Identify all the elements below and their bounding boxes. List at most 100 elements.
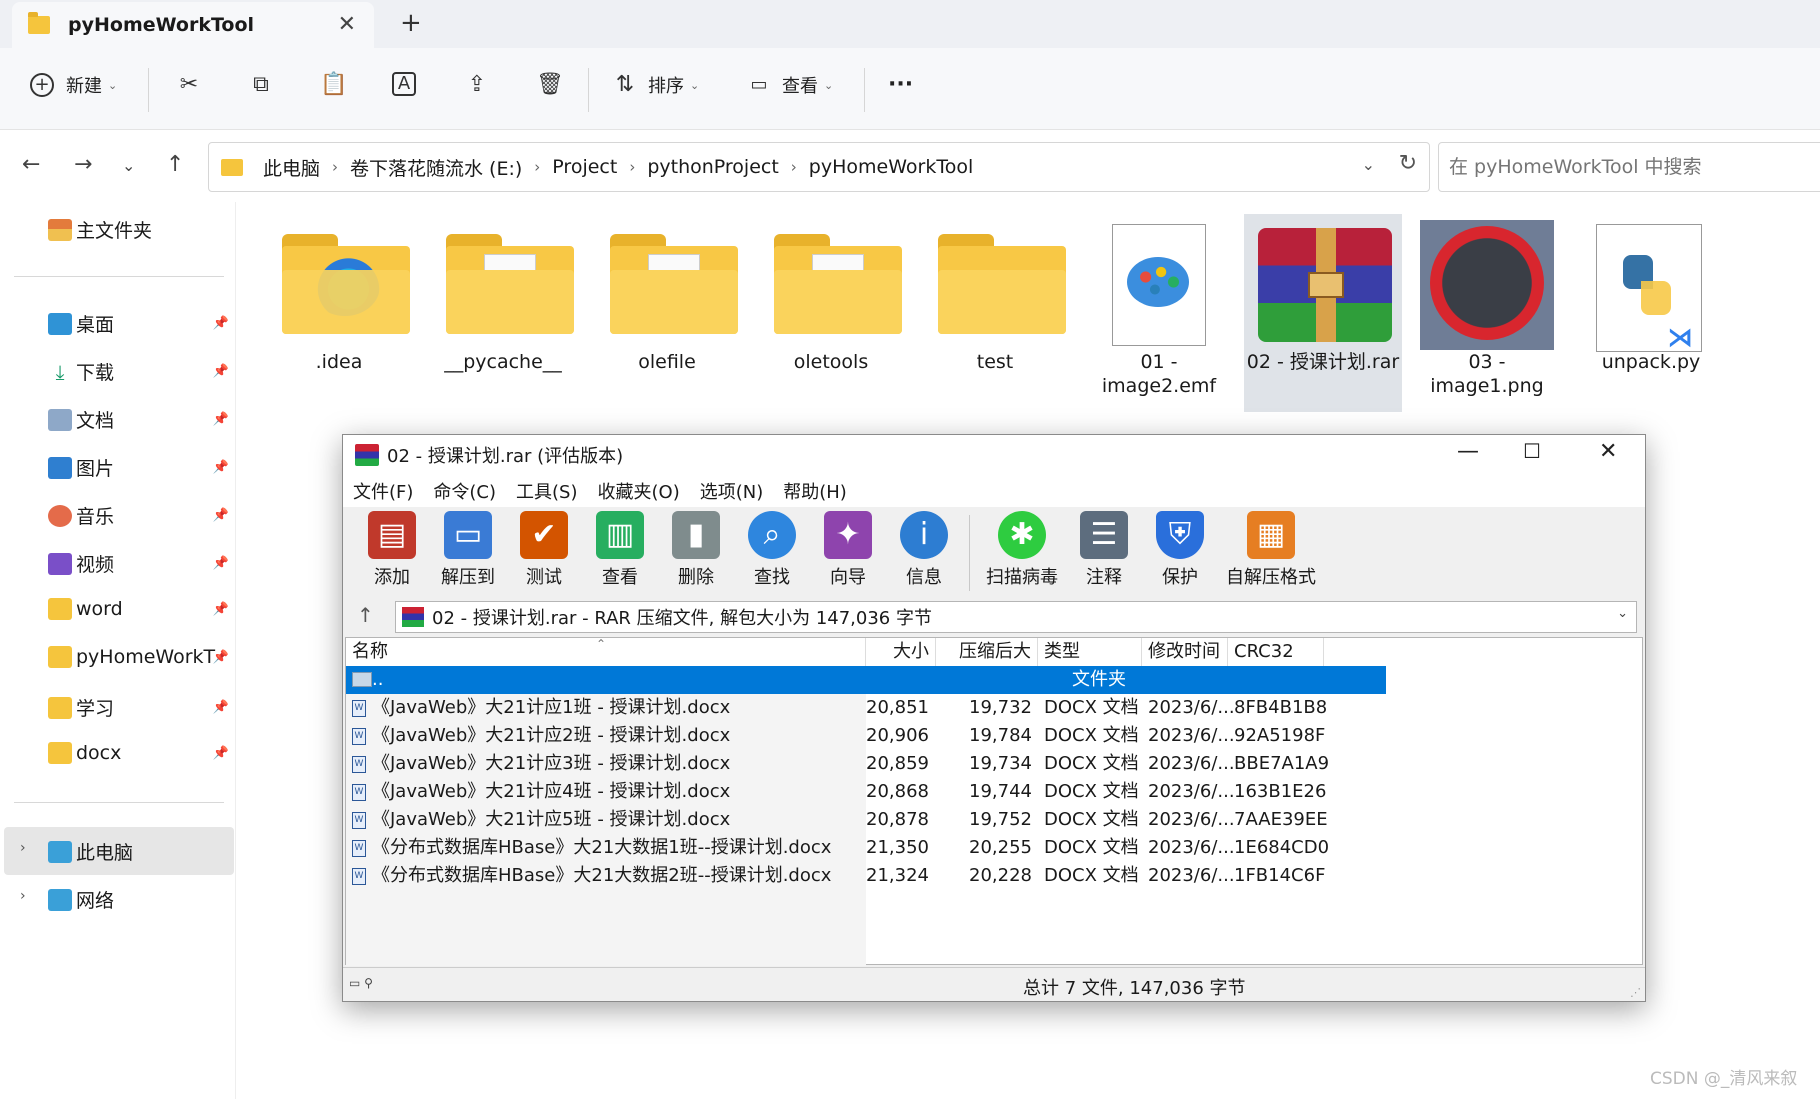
sidebar-item-word[interactable]: word 📌 bbox=[48, 598, 233, 620]
pin-icon[interactable]: 📌 bbox=[213, 556, 229, 571]
table-row[interactable]: W 《分布式数据库HBase》大21大数据2班--授课计划.docx 21,32… bbox=[346, 862, 1644, 890]
file-item-test[interactable]: test bbox=[920, 214, 1070, 410]
breadcrumb-drive[interactable]: 卷下落花随流水 (E:) bbox=[350, 154, 522, 181]
tool-sfx-button[interactable]: ▦ 自解压格式 bbox=[1219, 511, 1323, 589]
tab-pyhomeworktool[interactable]: pyHomeWorkTool ✕ bbox=[12, 2, 374, 48]
chevron-down-icon[interactable]: ⌄ bbox=[1617, 606, 1628, 621]
table-row[interactable]: W 《JavaWeb》大21计应1班 - 授课计划.docx 20,851 19… bbox=[346, 694, 1644, 722]
more-options-button[interactable]: ··· bbox=[888, 72, 913, 97]
sidebar-item-this-pc[interactable]: 此电脑 bbox=[48, 838, 233, 865]
copy-button[interactable]: ⧉ bbox=[248, 72, 274, 98]
pin-icon[interactable]: 📌 bbox=[213, 650, 229, 665]
chevron-right-icon[interactable]: › bbox=[534, 158, 540, 176]
breadcrumb-pythonproject[interactable]: pythonProject bbox=[647, 156, 778, 178]
expand-chevron-icon[interactable]: › bbox=[20, 840, 26, 856]
forward-arrow-icon[interactable]: → bbox=[74, 152, 92, 177]
search-input[interactable] bbox=[1438, 142, 1820, 192]
sidebar-item-music[interactable]: 音乐 📌 bbox=[48, 502, 233, 529]
file-item-image2-emf[interactable]: 01 - image2.emf bbox=[1084, 214, 1234, 410]
refresh-icon[interactable]: ↻ bbox=[1399, 151, 1417, 176]
menu-file[interactable]: 文件(F) bbox=[353, 478, 413, 504]
expand-chevron-icon[interactable]: › bbox=[20, 888, 26, 904]
up-one-level-icon[interactable]: ↑ bbox=[357, 603, 374, 627]
table-row[interactable]: W 《JavaWeb》大21计应3班 - 授课计划.docx 20,859 19… bbox=[346, 750, 1644, 778]
table-row[interactable]: W 《分布式数据库HBase》大21大数据1班--授课计划.docx 21,35… bbox=[346, 834, 1644, 862]
close-tab-icon[interactable]: ✕ bbox=[338, 12, 356, 37]
sidebar-item-downloads[interactable]: ⤓ 下载 📌 bbox=[48, 358, 233, 385]
cut-button[interactable]: ✂ bbox=[176, 72, 202, 98]
tool-extract-button[interactable]: ▭ 解压到 bbox=[431, 511, 505, 589]
tool-add-button[interactable]: ▤ 添加 bbox=[355, 511, 429, 589]
pin-icon[interactable]: 📌 bbox=[213, 700, 229, 715]
up-arrow-icon[interactable]: ↑ bbox=[166, 152, 184, 177]
column-header-size[interactable]: 大小 bbox=[866, 638, 936, 666]
sidebar-item-network[interactable]: 网络 bbox=[48, 886, 233, 913]
address-bar[interactable]: 此电脑 › 卷下落花随流水 (E:) › Project › pythonPro… bbox=[208, 142, 1430, 192]
sidebar-item-pyhomeworktool[interactable]: pyHomeWorkT 📌 bbox=[48, 646, 233, 668]
chevron-down-icon[interactable]: ⌄ bbox=[1362, 155, 1375, 174]
pin-icon[interactable]: 📌 bbox=[213, 316, 229, 331]
column-header-name[interactable]: 名称 ⌃ bbox=[346, 637, 866, 666]
maximize-button[interactable]: ☐ bbox=[1523, 439, 1541, 463]
sidebar-item-desktop[interactable]: 桌面 📌 bbox=[48, 310, 233, 337]
sidebar-item-pictures[interactable]: 图片 📌 bbox=[48, 454, 233, 481]
chevron-right-icon[interactable]: › bbox=[791, 158, 797, 176]
file-item-unpack-py[interactable]: ⋊ unpack.py bbox=[1576, 214, 1726, 410]
column-header-type[interactable]: 类型 bbox=[1038, 638, 1142, 666]
chevron-right-icon[interactable]: › bbox=[332, 158, 338, 176]
sidebar-item-videos[interactable]: 视频 📌 bbox=[48, 550, 233, 577]
recent-locations-icon[interactable]: ⌄ bbox=[122, 156, 135, 175]
breadcrumb-project[interactable]: Project bbox=[552, 156, 617, 178]
tool-wizard-button[interactable]: ✦ 向导 bbox=[811, 511, 885, 589]
share-button[interactable]: ⇪ bbox=[464, 72, 490, 98]
delete-button[interactable]: 🗑 bbox=[536, 72, 564, 98]
table-row[interactable]: W 《JavaWeb》大21计应4班 - 授课计划.docx 20,868 19… bbox=[346, 778, 1644, 806]
column-header-crc32[interactable]: CRC32 bbox=[1228, 638, 1324, 666]
pin-icon[interactable]: 📌 bbox=[213, 508, 229, 523]
pin-icon[interactable]: 📌 bbox=[213, 746, 229, 761]
archive-file-list[interactable]: 名称 ⌃ 大小 压缩后大小 类型 修改时间 CRC32 .. 文件夹 W 《Ja… bbox=[345, 637, 1644, 966]
menu-commands[interactable]: 命令(C) bbox=[433, 478, 496, 504]
file-item-olefile[interactable]: olefile bbox=[592, 214, 742, 410]
breadcrumb-pyhomeworktool[interactable]: pyHomeWorkTool bbox=[809, 156, 973, 178]
file-item-pycache[interactable]: __pycache__ bbox=[428, 214, 578, 410]
pin-icon[interactable]: 📌 bbox=[213, 602, 229, 617]
close-button[interactable]: ✕ bbox=[1599, 439, 1617, 464]
minimize-button[interactable]: — bbox=[1457, 439, 1479, 464]
tool-delete-button[interactable]: ▮ 删除 bbox=[659, 511, 733, 589]
tool-view-button[interactable]: ▥ 查看 bbox=[583, 511, 657, 589]
archive-path-dropdown[interactable]: 02 - 授课计划.rar - RAR 压缩文件, 解包大小为 147,036 … bbox=[395, 601, 1637, 633]
view-button[interactable]: ▭ 查看 ⌄ bbox=[746, 72, 833, 98]
table-row[interactable]: W 《JavaWeb》大21计应2班 - 授课计划.docx 20,906 19… bbox=[346, 722, 1644, 750]
tool-comment-button[interactable]: ☰ 注释 bbox=[1067, 511, 1141, 589]
sidebar-item-docx[interactable]: docx 📌 bbox=[48, 742, 233, 764]
tool-virus-scan-button[interactable]: ✱ 扫描病毒 bbox=[977, 511, 1067, 589]
table-row-parent-folder[interactable]: .. 文件夹 bbox=[346, 666, 1386, 694]
menu-tools[interactable]: 工具(S) bbox=[516, 478, 577, 504]
breadcrumb-this-pc[interactable]: 此电脑 bbox=[263, 154, 320, 181]
table-row[interactable]: W 《JavaWeb》大21计应5班 - 授课计划.docx 20,878 19… bbox=[346, 806, 1644, 834]
pin-icon[interactable]: 📌 bbox=[213, 364, 229, 379]
sidebar-item-home[interactable]: 主文件夹 bbox=[48, 216, 233, 243]
resize-grip-icon[interactable]: ⋰ bbox=[1630, 986, 1641, 999]
new-tab-button[interactable]: + bbox=[400, 8, 422, 38]
sort-button[interactable]: ⇅ 排序 ⌄ bbox=[612, 72, 699, 98]
sidebar-item-study[interactable]: 学习 📌 bbox=[48, 694, 233, 721]
menu-help[interactable]: 帮助(H) bbox=[783, 478, 847, 504]
column-header-modified[interactable]: 修改时间 bbox=[1142, 638, 1228, 666]
sidebar-item-documents[interactable]: 文档 📌 bbox=[48, 406, 233, 433]
winrar-title-bar[interactable]: 02 - 授课计划.rar (评估版本) — ☐ ✕ bbox=[343, 435, 1645, 475]
tool-find-button[interactable]: ⌕ 查找 bbox=[735, 511, 809, 589]
back-arrow-icon[interactable]: ← bbox=[22, 152, 40, 177]
tool-info-button[interactable]: i 信息 bbox=[887, 511, 961, 589]
file-item-idea[interactable]: .idea bbox=[264, 214, 414, 410]
pin-icon[interactable]: 📌 bbox=[213, 412, 229, 427]
file-item-rar-selected[interactable]: 02 - 授课计划.rar bbox=[1244, 214, 1402, 412]
tool-protect-button[interactable]: ⛨ 保护 bbox=[1143, 511, 1217, 589]
tool-test-button[interactable]: ✔ 测试 bbox=[507, 511, 581, 589]
menu-options[interactable]: 选项(N) bbox=[700, 478, 764, 504]
new-button[interactable]: + 新建 ⌄ bbox=[30, 72, 117, 98]
file-item-oletools[interactable]: oletools bbox=[756, 214, 906, 410]
pin-icon[interactable]: 📌 bbox=[213, 460, 229, 475]
rename-button[interactable]: A bbox=[392, 72, 416, 96]
